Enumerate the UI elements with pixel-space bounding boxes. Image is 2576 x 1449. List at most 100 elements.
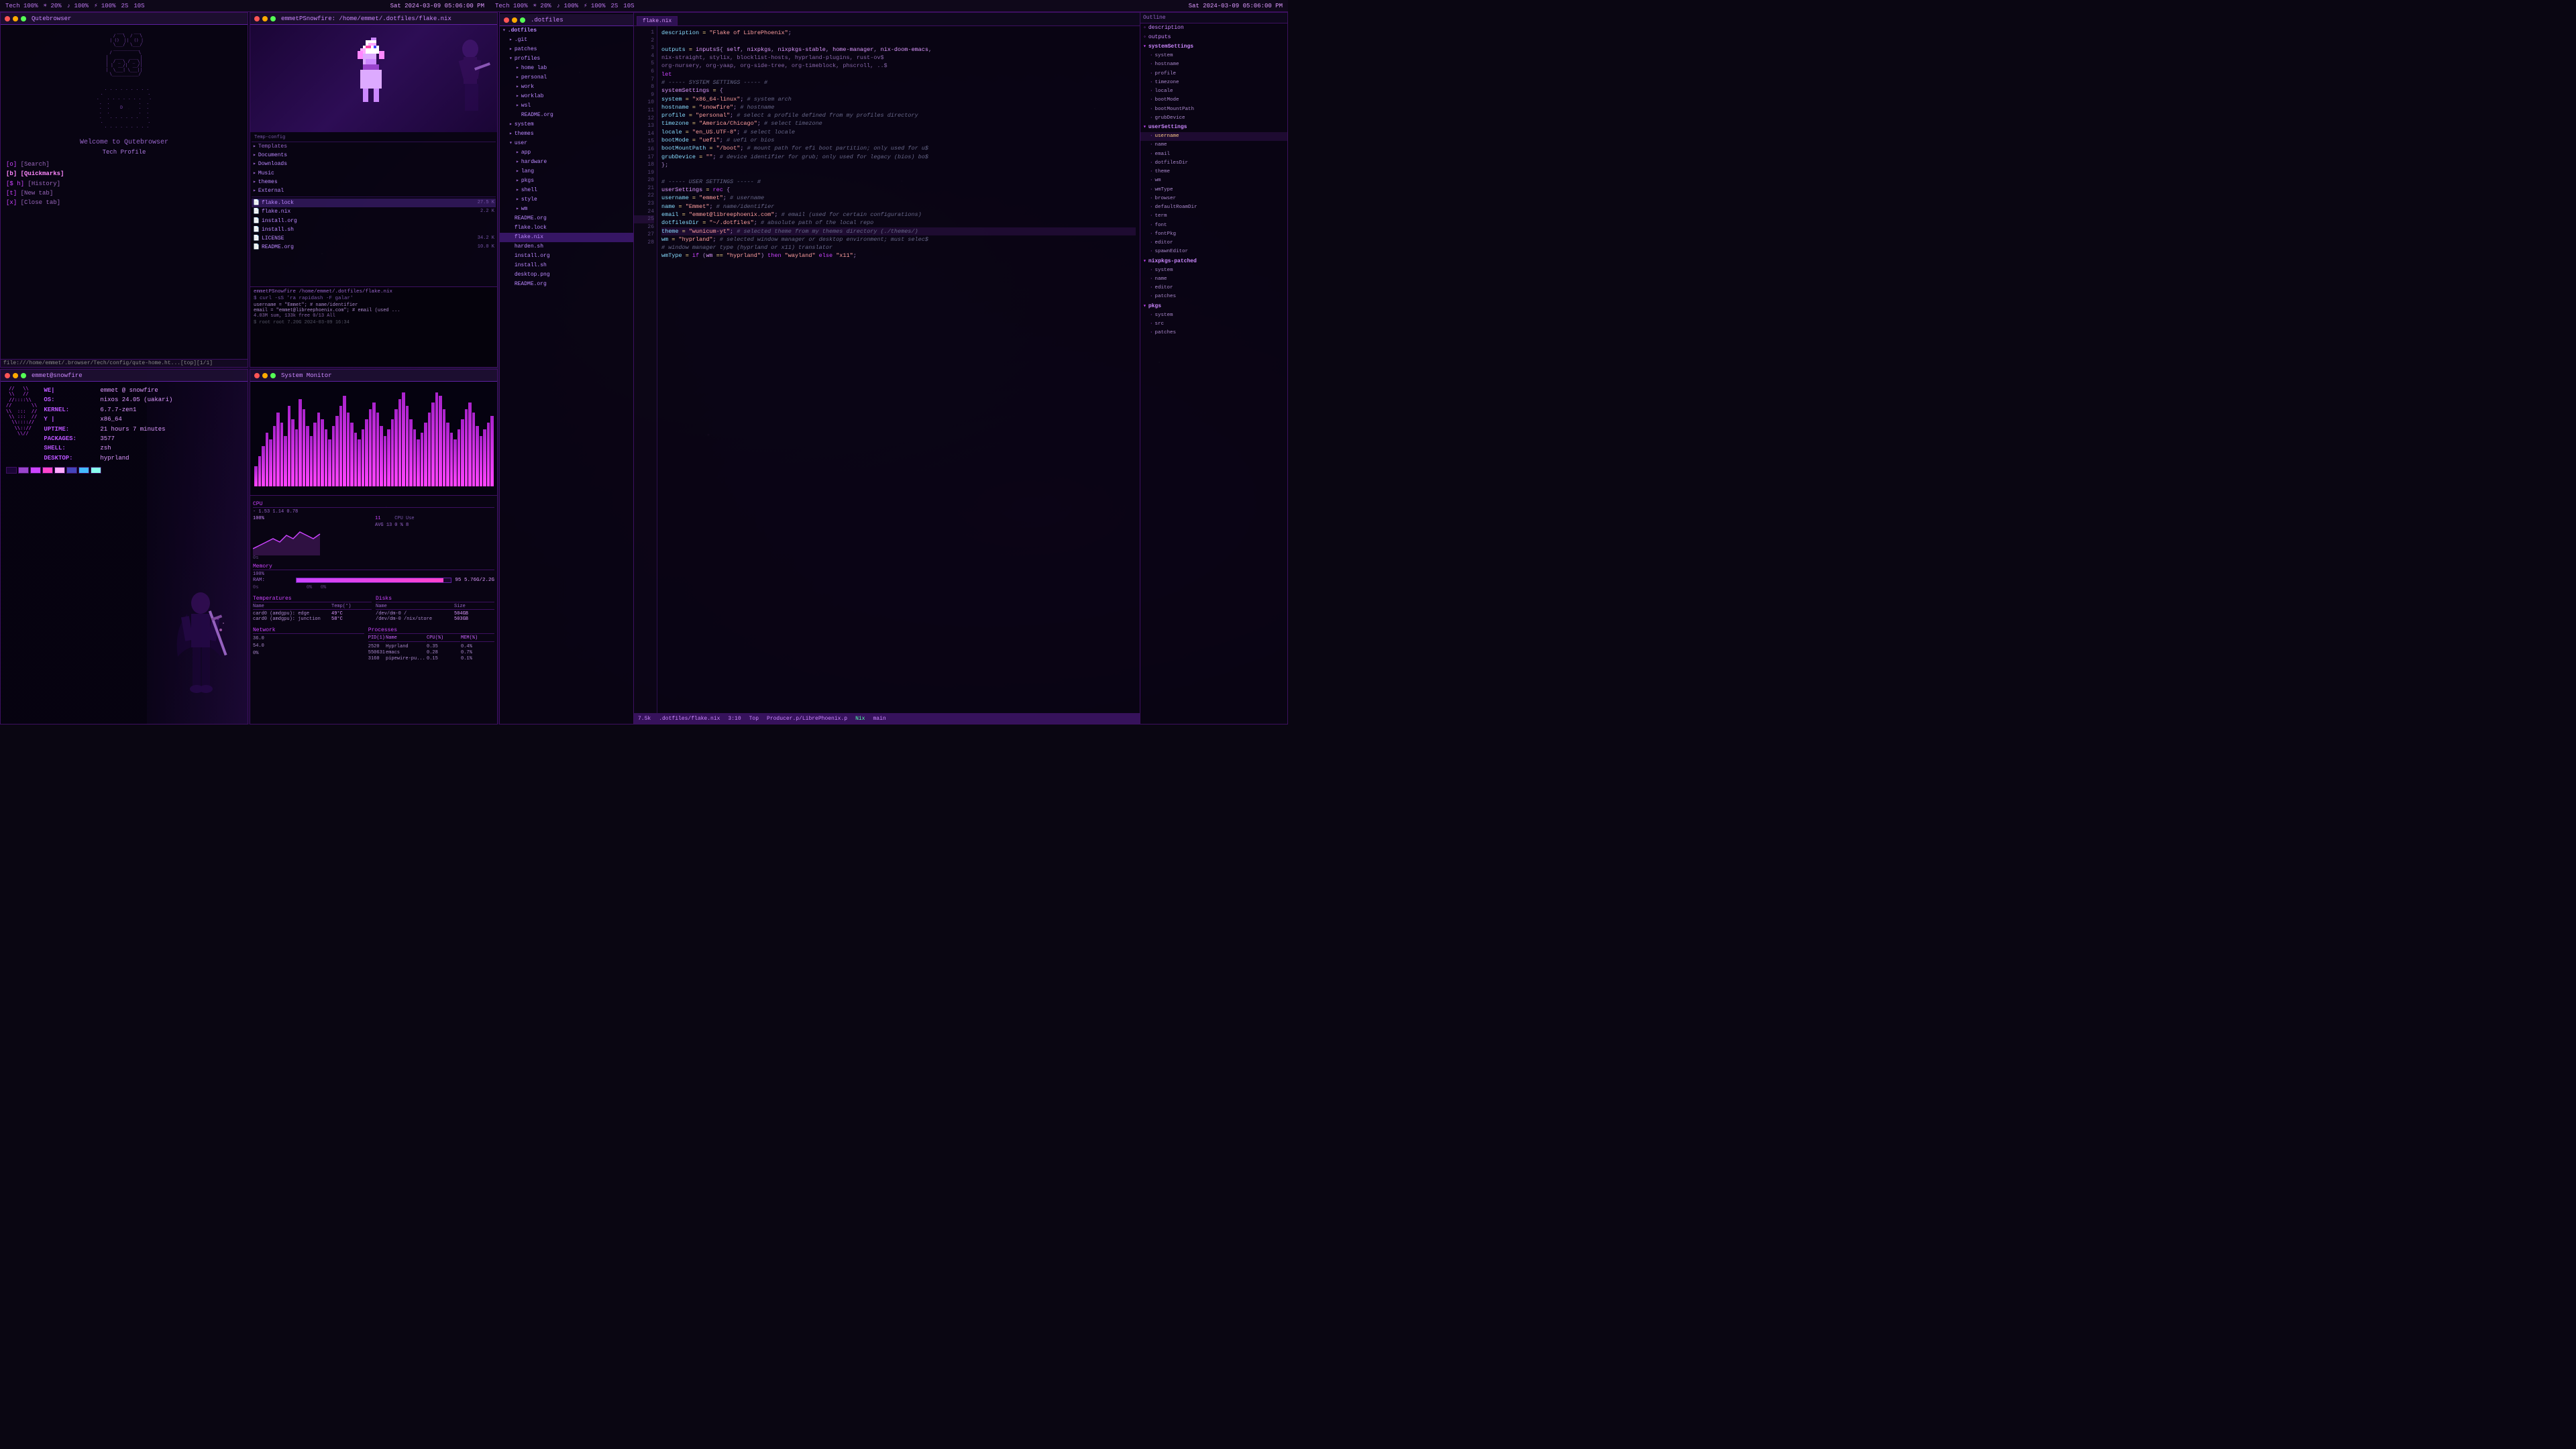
sm-proc-1-name: Hyprland xyxy=(386,644,426,649)
nf-min[interactable] xyxy=(13,373,18,378)
qute-menu-search[interactable]: [o] [Search] xyxy=(6,160,242,169)
outline-bootmountpath[interactable]: ·bootMountPath xyxy=(1140,105,1287,114)
tree-hardware[interactable]: ▸hardware xyxy=(500,158,633,167)
outline-grubdevice[interactable]: ·grubDevice xyxy=(1140,114,1287,123)
outline-nixpkgs-patched[interactable]: ▾nixpkgs-patched xyxy=(1140,257,1287,266)
status-r-workspace: Tech 100% xyxy=(495,3,528,9)
tree-user[interactable]: ▾user xyxy=(500,139,633,148)
tree-dotfiles[interactable]: ▾.dotfiles xyxy=(500,26,633,36)
file-item-license[interactable]: 📄 LICENSE 34.2 K xyxy=(252,234,496,243)
outline-editor[interactable]: ·editor xyxy=(1140,239,1287,248)
tree-style[interactable]: ▸style xyxy=(500,195,633,205)
file-item-flakenix[interactable]: 📄 flake.nix 2.2 K xyxy=(252,207,496,216)
file-item-installsh[interactable]: 📄 install.sh xyxy=(252,225,496,234)
code-content[interactable]: description = "Flake of LibrePhoenix"; o… xyxy=(657,26,1140,713)
tree-shell[interactable]: ▸shell xyxy=(500,186,633,195)
outline-np-system[interactable]: ·system xyxy=(1140,266,1287,275)
tree-readme-top[interactable]: ·README.org xyxy=(500,214,633,223)
tree-worklab[interactable]: ▸worklab xyxy=(500,92,633,101)
outline-pkgs-patches[interactable]: ·patches xyxy=(1140,329,1287,337)
code-close[interactable] xyxy=(504,17,509,23)
fm-close-dot[interactable] xyxy=(254,16,260,21)
file-item-flakelock[interactable]: 📄 flake.lock 27.5 K xyxy=(252,199,496,207)
tree-flakelock[interactable]: ·flake.lock xyxy=(500,223,633,233)
file-item-readme[interactable]: 📄 README.org 10.0 K xyxy=(252,243,496,252)
character-svg xyxy=(167,590,234,724)
qute-menu-quickmarks[interactable]: [b] [Quickmarks] xyxy=(6,169,242,178)
tree-personal[interactable]: ▸personal xyxy=(500,73,633,83)
code-min[interactable] xyxy=(512,17,517,23)
sm-close[interactable] xyxy=(254,373,260,378)
code-line-10: hostname = "snowfire"; # hostname xyxy=(661,103,1136,111)
outline-pkgs-src[interactable]: ·src xyxy=(1140,320,1287,329)
tree-work[interactable]: ▸work xyxy=(500,83,633,92)
status-bar-left: Tech 100% ☀ 20% ♪ 100% ⚡ 100% 2S 10S Sat… xyxy=(0,0,490,12)
tree-themes[interactable]: ▸themes xyxy=(500,129,633,139)
outline-bootmode[interactable]: ·bootMode xyxy=(1140,96,1287,105)
outline-hostname[interactable]: ·hostname xyxy=(1140,60,1287,69)
tree-readme-profiles[interactable]: ·README.org xyxy=(500,111,633,120)
tree-patches[interactable]: ▸patches xyxy=(500,45,633,54)
pixel-art-area xyxy=(250,25,497,132)
outline-font[interactable]: ·font xyxy=(1140,221,1287,230)
outline-timezone[interactable]: ·timezone xyxy=(1140,78,1287,87)
tree-profiles[interactable]: ▾profiles xyxy=(500,54,633,64)
outline-theme[interactable]: ·theme xyxy=(1140,168,1287,176)
viz-bar-7 xyxy=(280,423,284,486)
outline-dotfilesdir[interactable]: ·dotfilesDir xyxy=(1140,159,1287,168)
outline-browser[interactable]: ·browser xyxy=(1140,195,1287,203)
tree-wsl[interactable]: ▸wsl xyxy=(500,101,633,111)
close-dot[interactable] xyxy=(5,16,10,21)
tree-lang[interactable]: ▸lang xyxy=(500,167,633,176)
code-editor-area[interactable]: 1 2 3 4 5 6 7 8 9 10 11 12 13 14 15 16 1 xyxy=(634,26,1140,713)
outline-systemsettings[interactable]: ▾systemSettings xyxy=(1140,42,1287,52)
tree-installorg[interactable]: ·install.org xyxy=(500,252,633,261)
sm-cpu-min: 0 % 8 xyxy=(394,523,494,528)
outline-np-editor[interactable]: ·editor xyxy=(1140,284,1287,292)
outline-name[interactable]: ·name xyxy=(1140,141,1287,150)
outline-outputs[interactable]: ◦outputs xyxy=(1140,33,1287,42)
outline-pkgs-system[interactable]: ·system xyxy=(1140,311,1287,320)
sm-max[interactable] xyxy=(270,373,276,378)
outline-usersettings[interactable]: ▾userSettings xyxy=(1140,123,1287,132)
min-dot[interactable] xyxy=(13,16,18,21)
outline-wmtype[interactable]: ·wmType xyxy=(1140,186,1287,195)
outline-pkgs[interactable]: ▾pkgs xyxy=(1140,302,1287,311)
tree-app[interactable]: ▸app xyxy=(500,148,633,158)
outline-np-patches[interactable]: ·patches xyxy=(1140,292,1287,301)
outline-description[interactable]: ◦description xyxy=(1140,23,1287,33)
fm-max-dot[interactable] xyxy=(270,16,276,21)
qute-menu-history[interactable]: [$ h] [History] xyxy=(6,179,242,189)
outline-term[interactable]: ·term xyxy=(1140,212,1287,221)
outline-wm[interactable]: ·wm xyxy=(1140,176,1287,185)
qute-menu-newtab[interactable]: [t] [New tab] xyxy=(6,189,242,198)
outline-email[interactable]: ·email xyxy=(1140,150,1287,159)
outline-profile[interactable]: ·profile xyxy=(1140,70,1287,78)
code-tab-flakenix[interactable]: flake.nix xyxy=(637,16,678,25)
outline-spawneditor[interactable]: ·spawnEditor xyxy=(1140,248,1287,256)
outline-system[interactable]: ·system xyxy=(1140,52,1287,60)
nf-max[interactable] xyxy=(21,373,26,378)
tree-wm[interactable]: ▸wm xyxy=(500,205,633,214)
sm-min[interactable] xyxy=(262,373,268,378)
tree-system[interactable]: ▸system xyxy=(500,120,633,129)
tree-pkgs[interactable]: ▸pkgs xyxy=(500,176,633,186)
qute-menu-close[interactable]: [x] [Close tab] xyxy=(6,198,242,207)
tree-flakenix[interactable]: ·flake.nix xyxy=(500,233,633,242)
tree-readme-bottom[interactable]: ·README.org xyxy=(500,280,633,289)
tree-homelab[interactable]: ▸home lab xyxy=(500,64,633,73)
tree-git[interactable]: ▸.git xyxy=(500,36,633,45)
tree-hardensh[interactable]: ·harden.sh xyxy=(500,242,633,252)
outline-fontpkg[interactable]: ·fontPkg xyxy=(1140,230,1287,239)
code-max[interactable] xyxy=(520,17,525,23)
tree-desktop-png[interactable]: ·desktop.png xyxy=(500,270,633,280)
max-dot[interactable] xyxy=(21,16,26,21)
fm-min-dot[interactable] xyxy=(262,16,268,21)
outline-defaultroamdir[interactable]: ·defaultRoamDir xyxy=(1140,203,1287,212)
outline-np-name[interactable]: ·name xyxy=(1140,275,1287,284)
outline-locale[interactable]: ·locale xyxy=(1140,87,1287,96)
file-item-installorg[interactable]: 📄 install.org xyxy=(252,217,496,225)
tree-installsh[interactable]: ·install.sh xyxy=(500,261,633,270)
outline-username[interactable]: ·username xyxy=(1140,132,1287,141)
nf-close[interactable] xyxy=(5,373,10,378)
